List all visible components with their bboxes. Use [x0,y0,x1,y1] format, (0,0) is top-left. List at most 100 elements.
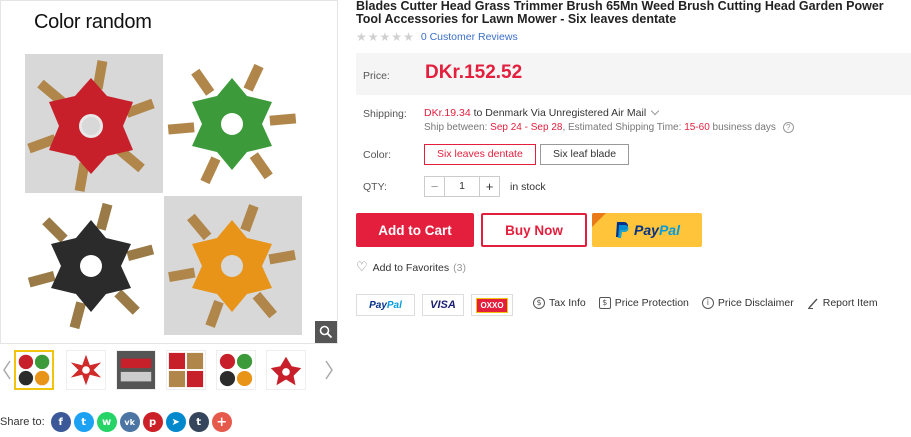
product-title: Blades Cutter Head Grass Trimmer Brush 6… [356,0,884,26]
tax-info-label: Tax Info [549,297,586,309]
share-bar: Share to: f t w vk p ➤ t + [0,410,235,434]
facebook-icon[interactable]: f [50,412,71,432]
shipping-method-selector[interactable]: DKr.19.34 to Denmark Via Unregistered Ai… [424,106,660,119]
lightning-icon [592,213,606,227]
estimated-days: 15-60 [684,122,710,134]
stock-status: in stock [510,181,546,193]
price-label: Price: [363,70,390,82]
red-blade-image [25,54,163,193]
tax-icon: $ [533,297,545,309]
magnifier-icon [319,325,333,339]
add-to-cart-button[interactable]: Add to Cart [356,213,474,247]
price-protection-label: Price Protection [614,297,689,309]
payment-methods: Pay Pal VISA OXXO [356,294,520,316]
thumbnail-6-graphic [270,356,302,386]
star-icon: ★ [379,30,391,44]
chevron-down-icon [650,106,660,116]
shipping-cost: DKr.19.34 [424,107,471,119]
thumbnail-1-graphic [18,354,50,386]
qty-label: QTY: [363,181,387,193]
thumbnail-3[interactable] [116,350,156,390]
qty-increase-button[interactable]: + [479,177,499,196]
thumbnail-1[interactable] [14,350,54,390]
green-blade-graphic [167,63,297,185]
more-icon[interactable]: + [211,412,232,432]
orange-blade-graphic [168,204,296,328]
estimated-label: , Estimated Shipping Time: [562,122,682,134]
thumbnail-2[interactable] [66,350,106,390]
tumblr-icon[interactable]: t [188,412,209,432]
main-product-image[interactable]: Color random [0,0,338,344]
black-blade-graphic [27,202,155,330]
product-page: Color random Share to: f t w vk p ➤ t + … [0,0,911,437]
shipping-destination: to Denmark Via Unregistered Air Mail [473,107,647,119]
favorites-label: Add to Favorites [372,261,450,274]
chevron-right-icon [325,360,333,380]
info-icon: i [701,297,714,309]
price-protection-link[interactable]: $ Price Protection [598,297,689,309]
thumbnail-5-graphic [219,353,253,387]
tax-info-link[interactable]: $ Tax Info [533,297,586,309]
star-icon: ★ [391,30,403,44]
thumbnail-4-graphic [168,352,204,388]
image-caption: Color random [34,11,152,33]
thumb-next-arrow[interactable] [322,356,336,384]
paypal-badge: Pay Pal [356,294,415,316]
zoom-button[interactable] [315,321,337,343]
shield-icon: $ [598,297,611,309]
report-item-link[interactable]: Report Item [807,297,878,309]
help-icon[interactable]: ? [782,122,794,133]
ship-between-info: Ship between: Sep 24 - Sep 28, Estimated… [424,122,794,133]
black-blade-image [25,196,163,335]
orange-blade-image [164,196,302,335]
telegram-icon[interactable]: ➤ [165,412,186,432]
color-option-six-leaves-dentate[interactable]: Six leaves dentate [424,144,536,165]
ship-between-label: Ship between: [424,122,488,134]
qty-decrease-button[interactable]: − [425,177,445,196]
thumbnail-strip [0,348,338,392]
report-item-label: Report Item [822,297,878,309]
customer-reviews-link[interactable]: 0 Customer Reviews [421,31,518,43]
ship-dates: Sep 24 - Sep 28 [490,122,563,134]
paypal-checkout-button[interactable]: Pay Pal [592,213,702,247]
whatsapp-icon[interactable]: w [96,412,117,432]
star-icon: ★ [367,30,379,44]
pen-icon [807,298,818,309]
twitter-icon[interactable]: t [73,412,94,432]
thumb-prev-arrow[interactable] [0,356,14,384]
favorites-count: (3) [453,261,466,274]
price-box: Price: DKr.152.52 [356,53,911,95]
add-to-favorites[interactable]: ♡ Add to Favorites (3) [356,260,466,275]
price-disclaimer-link[interactable]: i Price Disclaimer [701,297,794,309]
thumbnail-4[interactable] [166,350,206,390]
pinterest-icon[interactable]: p [142,412,163,432]
star-icon: ★ [403,30,414,44]
green-blade-image [164,54,302,193]
star-icon: ★ [356,30,367,44]
thumbnail-2-graphic [70,354,102,386]
qty-input[interactable]: 1 [445,177,479,196]
price-disclaimer-label: Price Disclaimer [717,297,794,309]
business-days-label: business days [712,122,776,134]
chevron-left-icon [3,360,11,380]
thumbnail-6[interactable] [266,350,306,390]
color-label: Color: [363,149,392,161]
buy-now-button[interactable]: Buy Now [481,213,587,247]
red-blade-graphic [27,60,155,192]
info-links: $ Tax Info $ Price Protection i Price Di… [533,297,891,309]
rating-row: ★ ★ ★ ★ ★ 0 Customer Reviews [356,30,518,44]
color-option-six-leaf-blade[interactable]: Six leaf blade [540,144,630,165]
paypal-text-pal: Pal [658,222,680,238]
thumbnail-5[interactable] [216,350,256,390]
share-label: Share to: [0,416,45,428]
quantity-stepper: − 1 + [424,176,500,197]
paypal-badge-pay: Pay [369,299,387,311]
paypal-badge-pal: Pal [386,299,402,311]
product-image-grid [25,54,303,335]
vk-icon[interactable]: vk [119,412,140,432]
thumbnail-3-graphic [117,351,155,389]
oxxo-logo: OXXO [476,297,508,313]
visa-badge: VISA [422,294,464,316]
price-value: DKr.152.52 [425,62,523,83]
paypal-logo-icon [616,222,629,238]
